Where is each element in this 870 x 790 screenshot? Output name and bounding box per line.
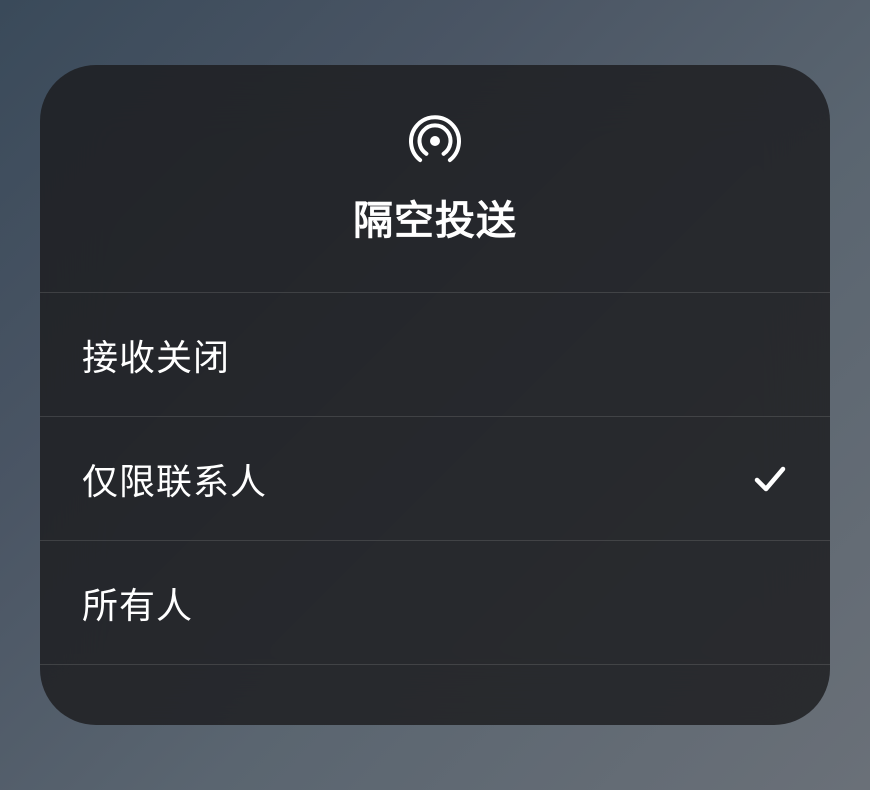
airdrop-panel: 隔空投送 接收关闭 仅限联系人 所有人	[40, 65, 830, 725]
panel-title: 隔空投送	[353, 188, 517, 246]
airdrop-icon	[406, 112, 464, 170]
option-label: 接收关闭	[82, 329, 230, 381]
option-label: 所有人	[82, 577, 193, 629]
panel-header: 隔空投送	[40, 65, 830, 293]
option-label: 仅限联系人	[82, 453, 267, 505]
option-everyone[interactable]: 所有人	[40, 541, 830, 665]
option-contacts-only[interactable]: 仅限联系人	[40, 417, 830, 541]
option-receiving-off[interactable]: 接收关闭	[40, 293, 830, 417]
checkmark-icon	[752, 461, 788, 497]
